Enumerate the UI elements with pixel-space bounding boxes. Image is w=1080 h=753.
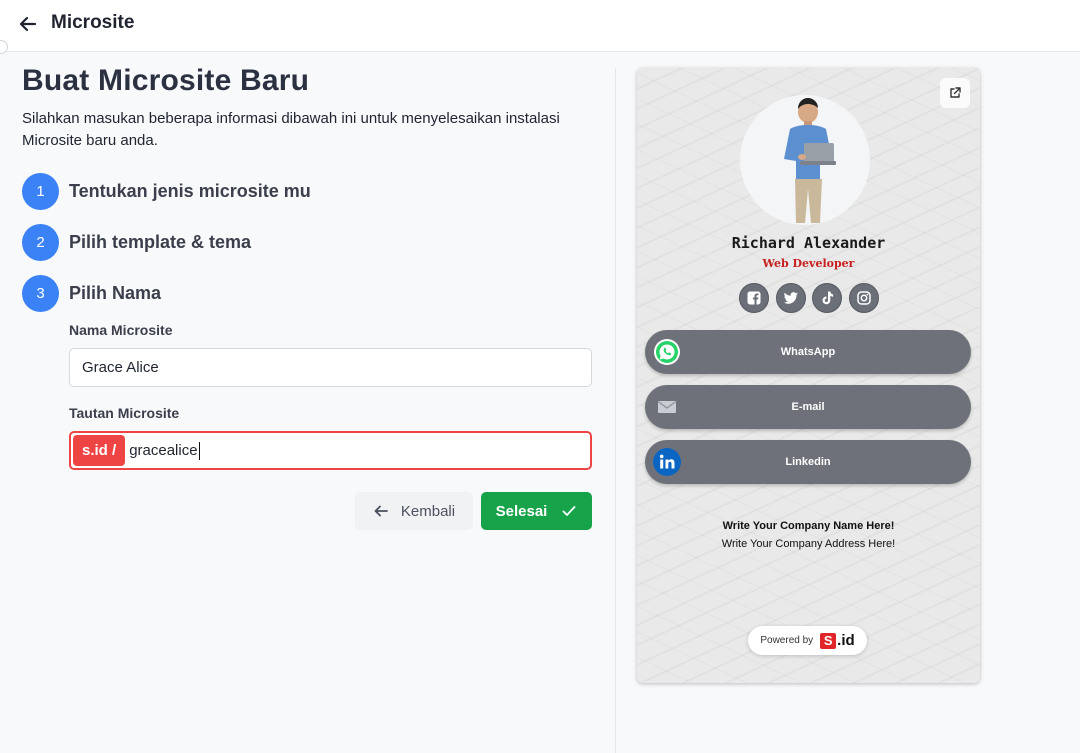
step-number: 3 [22, 274, 59, 312]
step-1[interactable]: 1 Tentukan jenis microsite mu [22, 172, 311, 210]
page-header-title: Microsite [51, 12, 135, 33]
company-address: Write Your Company Address Here! [721, 538, 896, 550]
company-name: Write Your Company Name Here! [722, 520, 895, 532]
avatar [740, 95, 870, 225]
name-input[interactable]: Grace Alice [69, 348, 592, 387]
external-link-icon[interactable] [940, 78, 970, 108]
step-3[interactable]: 3 Pilih Nama [22, 274, 162, 312]
whatsapp-link-button[interactable]: WhatsApp [645, 330, 971, 374]
finish-button[interactable]: Selesai [481, 492, 592, 530]
email-link-label: E-mail [791, 401, 825, 413]
step-label: Pilih Nama [69, 282, 162, 303]
back-arrow-icon[interactable] [16, 12, 40, 36]
sid-logo: S .id [820, 632, 855, 649]
check-icon [561, 503, 577, 519]
arrow-left-icon [373, 503, 389, 519]
back-button[interactable]: Kembali [355, 492, 473, 530]
step-label: Tentukan jenis microsite mu [69, 180, 311, 201]
name-input-value: Grace Alice [82, 359, 159, 376]
social-links [739, 283, 879, 313]
step-2[interactable]: 2 Pilih template & tema [22, 223, 252, 261]
step-number: 1 [22, 172, 59, 210]
powered-by-text: Powered by [760, 635, 814, 646]
microsite-preview: Richard Alexander Web Developer WhatsApp… [637, 68, 980, 683]
tiktok-icon[interactable] [812, 283, 843, 313]
facebook-icon[interactable] [739, 283, 769, 313]
finish-button-label: Selesai [495, 502, 548, 520]
linkedin-icon [651, 446, 683, 478]
step-label: Pilih template & tema [69, 231, 252, 252]
name-field-label: Nama Microsite [69, 322, 173, 338]
linkedin-link-button[interactable]: Linkedin [645, 440, 971, 484]
link-input[interactable]: s.id / gracealice [69, 431, 592, 470]
profile-name: Richard Alexander [731, 234, 886, 252]
whatsapp-icon [651, 336, 683, 368]
profile-role: Web Developer [762, 257, 855, 270]
email-link-button[interactable]: E-mail [645, 385, 971, 429]
link-prefix-badge: s.id / [73, 435, 126, 466]
page-description: Silahkan masukan beberapa informasi diba… [22, 110, 560, 149]
link-input-value: gracealice [129, 442, 198, 459]
link-field-label: Tautan Microsite [69, 405, 180, 421]
top-bar: Microsite [0, 0, 1080, 52]
email-icon [651, 391, 683, 423]
text-caret [198, 441, 200, 460]
twitter-icon[interactable] [775, 283, 806, 313]
instagram-icon[interactable] [848, 283, 879, 313]
powered-by-badge[interactable]: Powered by S .id [748, 626, 867, 655]
whatsapp-link-label: WhatsApp [780, 346, 836, 358]
linkedin-link-label: Linkedin [785, 456, 831, 468]
column-divider [615, 68, 616, 753]
step-number: 2 [22, 223, 59, 261]
back-button-label: Kembali [400, 502, 456, 520]
page-title: Buat Microsite Baru [22, 64, 310, 97]
